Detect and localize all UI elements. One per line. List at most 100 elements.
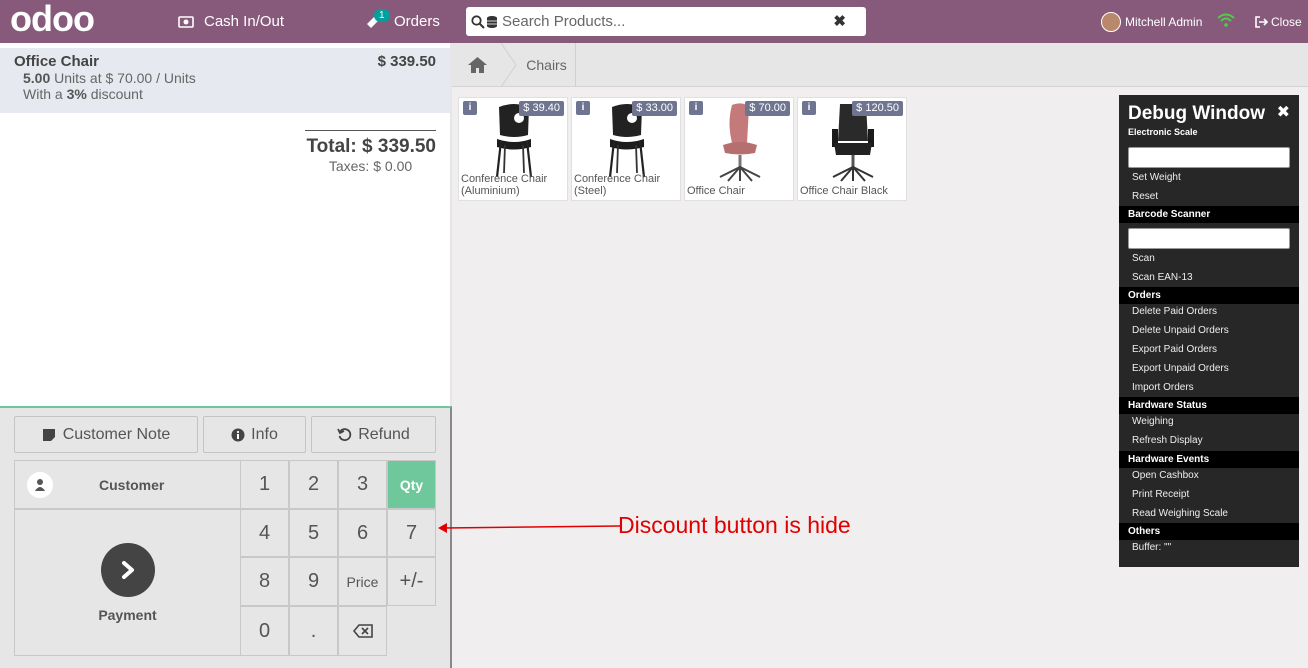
customer-avatar-icon (27, 471, 53, 498)
database-icon (487, 15, 497, 28)
cash-in-out-button[interactable]: Cash In/Out (178, 0, 284, 43)
reset-weight-button[interactable]: Reset (1132, 191, 1158, 202)
read-weighing-scale-button[interactable]: Read Weighing Scale (1132, 508, 1228, 519)
product-name: Conference Chair (Aluminium) (461, 173, 548, 197)
product-info-icon[interactable]: i (689, 101, 703, 115)
svg-text:odoo: odoo (10, 4, 94, 38)
order-summary: Total: $ 339.50 Taxes: $ 0.00 (305, 130, 436, 174)
debug-window: Debug Window ✖ Electronic Scale Set Weig… (1119, 95, 1299, 567)
cash-in-out-label: Cash In/Out (204, 13, 285, 30)
product-price-tag: $ 120.50 (852, 101, 903, 116)
payment-label: Payment (98, 606, 157, 623)
numpad-key-6[interactable]: 6 (338, 509, 387, 557)
home-icon (467, 57, 487, 73)
order-line-quantity: 5.00 (23, 70, 51, 86)
order-line-discount-info: With a 3% discount (14, 86, 436, 102)
qty-mode-button[interactable]: Qty (387, 460, 436, 509)
product-card[interactable]: i $ 70.00 Office Chair (684, 97, 794, 201)
numpad-key-2[interactable]: 2 (289, 460, 338, 509)
annotation-text: Discount button is hide (618, 512, 851, 538)
numpad-key-9[interactable]: 9 (289, 557, 338, 606)
chevron-right-icon (100, 542, 155, 597)
breadcrumb: Chairs (452, 43, 1308, 87)
sticky-note-icon (42, 428, 55, 441)
home-button[interactable] (452, 43, 502, 87)
order-line[interactable]: Office Chair $ 339.50 5.00 Units at $ 70… (0, 48, 450, 113)
product-card[interactable]: i $ 39.40 Conference Chair (Aluminium) (458, 97, 568, 201)
refund-label: Refund (358, 425, 410, 443)
numpad-key-0[interactable]: 0 (240, 606, 289, 656)
product-name: Office Chair (687, 185, 745, 197)
wifi-icon (1217, 13, 1235, 27)
order-line-quantity-info: 5.00 Units at $ 70.00 / Units (14, 70, 436, 86)
search-box: ✖ (466, 7, 866, 36)
numpad-key-4[interactable]: 4 (240, 509, 289, 557)
product-price-tag: $ 33.00 (632, 101, 677, 116)
debug-section-hardware-events: Hardware Events (1119, 451, 1299, 468)
customer-button[interactable]: Customer (14, 460, 241, 509)
payment-button[interactable]: Payment (14, 509, 241, 656)
barcode-input[interactable] (1128, 228, 1290, 249)
debug-section-others: Others (1119, 523, 1299, 540)
product-name: Office Chair Black (800, 185, 888, 197)
export-paid-orders-button[interactable]: Export Paid Orders (1132, 344, 1217, 355)
sign-out-icon (1255, 15, 1268, 28)
orders-label: Orders (394, 13, 440, 30)
plus-minus-button[interactable]: +/- (387, 557, 436, 606)
backspace-icon (352, 624, 373, 638)
breadcrumb-category[interactable]: Chairs (518, 43, 576, 87)
price-mode-button[interactable]: Price (338, 557, 387, 606)
product-price-tag: $ 70.00 (745, 101, 790, 116)
info-button[interactable]: Info (203, 416, 306, 453)
customer-note-button[interactable]: Customer Note (14, 416, 198, 453)
product-info-icon[interactable]: i (802, 101, 816, 115)
product-info-icon[interactable]: i (576, 101, 590, 115)
search-icon (471, 14, 485, 29)
customer-label: Customer (99, 476, 165, 493)
refund-button[interactable]: Refund (311, 416, 436, 453)
numpad-key-1[interactable]: 1 (240, 460, 289, 509)
odoo-logo: odoo (10, 4, 95, 38)
debug-section-barcode-scanner: Barcode Scanner (1119, 206, 1299, 223)
discount-prefix: With a (23, 86, 63, 102)
debug-section-hardware-status: Hardware Status (1119, 397, 1299, 414)
numpad-key-7[interactable]: 7 (387, 509, 436, 557)
debug-window-title: Debug Window (1128, 103, 1266, 124)
undo-icon (337, 428, 352, 442)
import-orders-button[interactable]: Import Orders (1132, 382, 1194, 393)
close-button[interactable]: Close (1254, 0, 1302, 43)
open-cashbox-button[interactable]: Open Cashbox (1132, 470, 1199, 481)
export-unpaid-orders-button[interactable]: Export Unpaid Orders (1132, 363, 1229, 374)
clear-search-icon[interactable]: ✖ (833, 12, 846, 30)
set-weight-button[interactable]: Set Weight (1132, 172, 1181, 183)
print-receipt-button[interactable]: Print Receipt (1132, 489, 1189, 500)
decimal-point-button[interactable]: . (289, 606, 338, 656)
weight-input[interactable] (1128, 147, 1290, 168)
order-taxes: Taxes: $ 0.00 (328, 158, 413, 174)
search-input[interactable] (502, 13, 822, 30)
product-card[interactable]: i $ 120.50 Office Chair Black (797, 97, 907, 201)
numpad-key-5[interactable]: 5 (289, 509, 338, 557)
weighing-status[interactable]: Weighing (1132, 416, 1174, 427)
order-total: Total: $ 339.50 (306, 136, 436, 157)
user-menu[interactable]: Mitchell Admin (1101, 0, 1202, 43)
debug-section-orders: Orders (1119, 287, 1299, 304)
product-price-tag: $ 39.40 (519, 101, 564, 116)
annotation-arrow-icon (438, 523, 621, 533)
refresh-display-button[interactable]: Refresh Display (1132, 435, 1203, 446)
user-name: Mitchell Admin (1125, 14, 1203, 29)
backspace-button[interactable] (338, 606, 387, 656)
product-card[interactable]: i $ 33.00 Conference Chair (Steel) (571, 97, 681, 201)
scan-ean13-button[interactable]: Scan EAN-13 (1132, 272, 1193, 283)
product-info-icon[interactable]: i (463, 101, 477, 115)
delete-unpaid-orders-button[interactable]: Delete Unpaid Orders (1132, 325, 1229, 336)
orders-button[interactable]: 1 Orders (364, 0, 440, 43)
scan-button[interactable]: Scan (1132, 253, 1155, 264)
numpad-key-8[interactable]: 8 (240, 557, 289, 606)
money-icon (178, 15, 194, 28)
order-line-price: $ 339.50 (377, 53, 436, 70)
product-name: Conference Chair (Steel) (574, 173, 661, 197)
debug-close-icon[interactable]: ✖ (1277, 102, 1290, 122)
numpad-key-3[interactable]: 3 (338, 460, 387, 509)
delete-paid-orders-button[interactable]: Delete Paid Orders (1132, 306, 1217, 317)
